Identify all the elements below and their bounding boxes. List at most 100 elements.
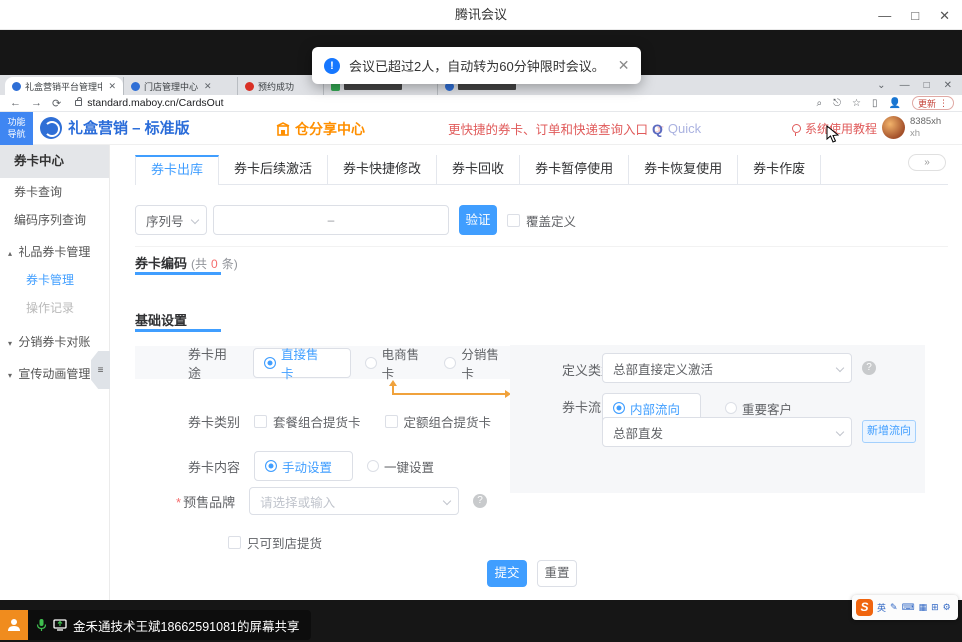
tab-close-icon[interactable]: ✕: [108, 81, 116, 92]
def-type-value: 总部直接定义激活: [613, 359, 713, 378]
help-icon[interactable]: ?: [473, 494, 487, 508]
tab-card-resume[interactable]: 券卡恢复使用: [629, 155, 738, 185]
sidebar-item-label: 券卡管理: [26, 273, 74, 287]
submit-button[interactable]: 提交: [487, 560, 527, 587]
search-field-value: 序列号: [146, 211, 184, 230]
radio-label: 手动设置: [282, 457, 332, 476]
function-nav-line1: 功能: [0, 116, 33, 128]
ime-pen-icon[interactable]: ✎: [890, 602, 898, 613]
more-menu-icon[interactable]: ⋮: [939, 98, 948, 109]
function-nav-button[interactable]: 功能 导航: [0, 112, 33, 145]
basic-title: 基础设置: [135, 310, 187, 329]
store-only-checkbox[interactable]: [228, 536, 241, 549]
browser-minimize-button[interactable]: —: [900, 80, 910, 91]
serial-range-input[interactable]: –: [213, 205, 449, 235]
tab-card-pause[interactable]: 券卡暂停使用: [520, 155, 629, 185]
radio-distribution-sale[interactable]: 分销售卡: [444, 344, 510, 382]
presale-brand-select[interactable]: 请选择或输入: [249, 487, 459, 515]
profile-icon[interactable]: 👤: [889, 98, 901, 109]
sidebar-item-operation-log[interactable]: 操作记录: [0, 294, 109, 322]
avatar[interactable]: [882, 116, 905, 139]
verify-button[interactable]: 验证: [459, 205, 497, 235]
warehouse-share-center-link[interactable]: 仓分享中心: [276, 112, 365, 145]
share-page-icon[interactable]: ⎋: [833, 98, 841, 109]
user-account[interactable]: 8385xh xh: [882, 116, 941, 140]
browser-update-button[interactable]: 更新 ⋮: [912, 96, 954, 110]
app-brand-title: 礼盒营销 – 标准版: [68, 112, 190, 145]
sidebar-item-code-sequence-query[interactable]: 编码序列查询: [0, 206, 109, 234]
sharer-avatar: [0, 610, 28, 640]
quick-search[interactable]: Q Quick: [652, 112, 701, 145]
count-prefix: (共: [191, 255, 207, 272]
radio-ecommerce-sale[interactable]: 电商售卡: [365, 344, 431, 382]
help-icon[interactable]: ?: [862, 361, 876, 375]
search-field-select[interactable]: 序列号: [135, 205, 207, 235]
meeting-close-button[interactable]: ✕: [939, 9, 950, 22]
ime-settings-icon[interactable]: ⚙: [943, 602, 951, 613]
person-icon: [6, 617, 22, 633]
category-label: 券卡类别: [188, 412, 240, 431]
forward-icon[interactable]: →: [31, 97, 42, 110]
reload-icon[interactable]: ⟳: [52, 97, 61, 110]
meeting-maximize-button[interactable]: □: [911, 9, 919, 22]
zoom-icon[interactable]: ⌕: [817, 98, 823, 109]
radio-manual-setup[interactable]: 手动设置: [254, 451, 353, 481]
divider: [135, 246, 948, 247]
browser-tab[interactable]: 门店管理中心 ✕: [123, 77, 237, 95]
user-name: 8385xh: [910, 116, 941, 128]
tab-favicon: [131, 82, 140, 91]
tab-favicon: [245, 82, 254, 91]
bookmark-star-icon[interactable]: ☆: [852, 98, 861, 109]
ime-keyboard-icon[interactable]: ⌨: [902, 602, 915, 613]
radio-direct-sale[interactable]: 直接售卡: [253, 348, 351, 378]
sidebar-item-card-mgmt[interactable]: 券卡管理: [0, 266, 109, 294]
ime-toolbox-icon[interactable]: ⊞: [931, 602, 939, 613]
radio-key-customer[interactable]: 重要客户: [725, 399, 792, 418]
toast-close-icon[interactable]: ✕: [618, 57, 630, 74]
meeting-minimize-button[interactable]: —: [878, 9, 891, 22]
package-combo-checkbox[interactable]: [254, 415, 267, 428]
sidebar-item-card-query[interactable]: 券卡查询: [0, 178, 109, 206]
sidebar-group-distribution-reconcile[interactable]: ▾ 分销券卡对账: [0, 328, 109, 356]
sogou-logo-icon[interactable]: S: [856, 599, 873, 616]
tab-close-icon[interactable]: ✕: [204, 81, 212, 92]
overwrite-checkbox[interactable]: [507, 214, 520, 227]
expand-panel-button[interactable]: »: [908, 154, 946, 171]
fixed-combo-checkbox[interactable]: [385, 415, 398, 428]
tabs-menu-chevron-icon[interactable]: ⌄: [877, 80, 885, 91]
tab-card-recycle[interactable]: 券卡回收: [437, 155, 520, 185]
ime-skin-icon[interactable]: ▦: [919, 602, 928, 613]
back-icon[interactable]: ←: [10, 97, 21, 110]
quick-entry-link[interactable]: 更快捷的券卡、订单和快递查询入口 ☞: [448, 112, 664, 145]
tab-card-void[interactable]: 券卡作废: [738, 155, 821, 185]
meeting-toast: ! 会议已超过2人，自动转为60分钟限时会议。 ✕: [312, 47, 641, 84]
browser-tab-active[interactable]: 礼盒营销平台管理中心 ✕: [5, 77, 123, 95]
card-content-row: 券卡内容 手动设置 一键设置: [188, 451, 434, 481]
flow-select[interactable]: 总部直发: [602, 417, 852, 447]
browser-tab[interactable]: 预约成功: [237, 77, 323, 95]
chevron-down-icon: [443, 497, 451, 505]
tab-card-activate[interactable]: 券卡后续激活: [219, 155, 328, 185]
tab-card-outbound[interactable]: 券卡出库: [135, 155, 219, 185]
ime-lang-toggle[interactable]: 英: [877, 601, 886, 614]
card-usage-row: 券卡用途 直接售卡 电商售卡 分销售卡: [135, 346, 510, 379]
browser-maximize-button[interactable]: □: [924, 80, 930, 91]
radio-label: 直接售卡: [281, 344, 330, 382]
browser-close-button[interactable]: ✕: [944, 80, 952, 91]
sidepanel-icon[interactable]: ▯: [872, 98, 878, 109]
def-type-select[interactable]: 总部直接定义激活: [602, 353, 852, 383]
brand-placeholder: 请选择或输入: [260, 492, 335, 511]
reset-button[interactable]: 重置: [537, 560, 577, 587]
url-field[interactable]: standard.maboy.cn/CardsOut: [75, 97, 223, 109]
radio-icon: [264, 357, 276, 369]
chevron-down-icon: [191, 216, 199, 224]
radio-one-click-setup[interactable]: 一键设置: [367, 457, 434, 476]
add-flow-button[interactable]: 新增流向: [862, 420, 916, 443]
tab-favicon: [12, 82, 21, 91]
tab-card-quick-edit[interactable]: 券卡快捷修改: [328, 155, 437, 185]
sidebar-collapse-handle[interactable]: ≡: [91, 351, 110, 389]
sidebar-group-gift-card-mgmt[interactable]: ▴ 礼品券卡管理: [0, 238, 109, 266]
quick-label: Quick: [668, 121, 701, 136]
screen-share-indicator[interactable]: 金禾通技术王斌18662591081的屏幕共享: [0, 610, 311, 640]
url-text[interactable]: standard.maboy.cn/CardsOut: [87, 97, 223, 109]
